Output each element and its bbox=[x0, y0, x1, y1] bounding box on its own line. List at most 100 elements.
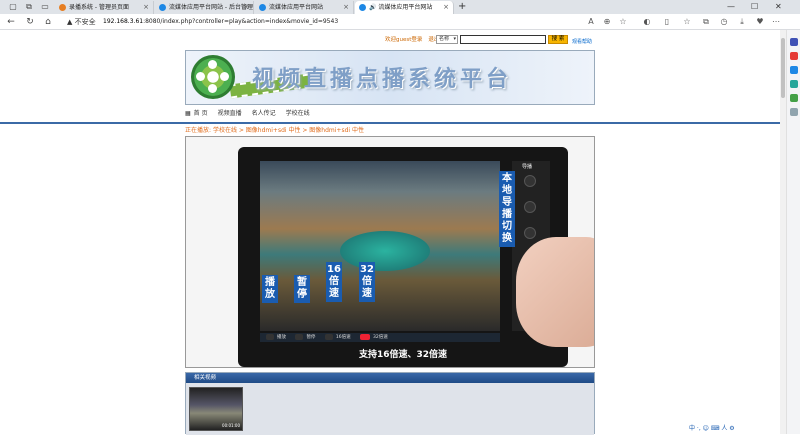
breadcrumb: 正在播放: 学校在线 > 图像hdmi+sdi 中性 > 图像hdmi+sdi … bbox=[185, 127, 364, 135]
tab-title: 流媒体应用平台网站 - 后台管理 bbox=[169, 4, 253, 11]
header-divider bbox=[0, 122, 780, 124]
menu-icon[interactable]: ⋯ bbox=[770, 16, 782, 28]
help-link[interactable]: 观看帮助 bbox=[572, 38, 592, 45]
maximize-icon[interactable]: ☐ bbox=[751, 1, 758, 13]
extensions-icon[interactable]: ♥ bbox=[754, 16, 766, 28]
home-icon[interactable]: ⌂ bbox=[42, 16, 54, 28]
overlay-label-32x: 32倍速 bbox=[359, 262, 375, 302]
control-32x-label: 32倍速 bbox=[373, 335, 388, 340]
games-icon[interactable] bbox=[790, 66, 798, 74]
control-pause-label: 暂停 bbox=[306, 335, 316, 340]
warning-icon: ▲ bbox=[67, 18, 75, 26]
panel-title: 导播 bbox=[522, 164, 533, 170]
tab-favicon-icon bbox=[259, 4, 266, 11]
tab-favicon-icon bbox=[359, 4, 366, 11]
overlay-label-pause: 暂停 bbox=[294, 275, 310, 303]
tab-title: 流媒体应用平台网站 bbox=[378, 4, 433, 11]
favorites-icon[interactable]: ☆ bbox=[681, 16, 693, 28]
chevron-down-icon: ▾ bbox=[453, 36, 456, 42]
menu-item-live[interactable]: 视频直播 bbox=[218, 110, 242, 117]
address-bar: ← ↻ ⌂ ▲ 不安全 192.168.3.61:8080/index.php?… bbox=[0, 14, 800, 30]
scrollbar-thumb[interactable] bbox=[781, 38, 785, 98]
collections-icon[interactable]: ⧉ bbox=[700, 16, 712, 28]
history-icon[interactable]: ◷ bbox=[718, 16, 730, 28]
monitor-screen bbox=[260, 161, 500, 331]
tab-favicon-icon bbox=[159, 4, 166, 11]
home-icon: ▦ bbox=[185, 110, 191, 117]
office-icon[interactable] bbox=[790, 80, 798, 88]
video-player[interactable]: 播放 暂停 16倍速 32倍速 导播 播放 暂停 16倍速 32倍速 本地导播切… bbox=[185, 136, 595, 368]
new-tab-icon[interactable]: + bbox=[458, 1, 466, 13]
film-reel-logo bbox=[191, 55, 235, 99]
profile-icon[interactable]: ▢ bbox=[8, 2, 18, 12]
outlook-icon[interactable] bbox=[790, 94, 798, 102]
search-button[interactable]: 搜 索 bbox=[548, 35, 568, 44]
breadcrumb-path[interactable]: 学校在线 > 图像hdmi+sdi 中性 > 图像hdmi+sdi 中性 bbox=[213, 127, 364, 134]
thumbnail-duration: 00:01:00 bbox=[222, 423, 240, 428]
scrollbar[interactable] bbox=[780, 30, 786, 434]
related-video-thumbnail[interactable]: 00:01:00 bbox=[189, 387, 243, 431]
browser-tab-active[interactable]: 🔊 流媒体应用平台网站 × bbox=[355, 1, 454, 14]
browser-tab[interactable]: 流媒体应用平台网站 × bbox=[255, 1, 354, 14]
url-host: 192.168.3.61 bbox=[103, 18, 144, 25]
back-icon[interactable]: ← bbox=[5, 16, 17, 28]
overlay-label-local-switch: 本地导播切换 bbox=[499, 171, 515, 247]
related-videos-panel: 相关视频 00:01:00 bbox=[185, 372, 595, 435]
tools-icon[interactable] bbox=[790, 52, 798, 60]
menu-item-school[interactable]: 学校在线 bbox=[286, 110, 310, 117]
overlay-label-play: 播放 bbox=[262, 275, 278, 303]
tab-close-icon[interactable]: × bbox=[443, 1, 449, 14]
browser-tab[interactable]: 流媒体应用平台网站 - 后台管理 × bbox=[155, 1, 254, 14]
split-screen-icon[interactable]: ▯ bbox=[661, 16, 673, 28]
pause-icon bbox=[295, 333, 304, 340]
ime-status: 中 ·, ☺ ⌨ 人 ⚙ bbox=[689, 425, 735, 432]
main-menu: ▦ 首 页 视频直播 名人传记 学校在线 bbox=[185, 109, 320, 119]
refresh-page-icon[interactable]: ◐ bbox=[641, 16, 653, 28]
control-16x-label: 16倍速 bbox=[335, 335, 351, 340]
search-input[interactable] bbox=[460, 35, 546, 44]
add-sidebar-icon[interactable] bbox=[790, 108, 798, 116]
audio-icon: 🔊 bbox=[369, 4, 379, 11]
tab-close-icon[interactable]: × bbox=[243, 1, 249, 14]
tab-close-icon[interactable]: × bbox=[143, 1, 149, 14]
video-frame: 播放 暂停 16倍速 32倍速 导播 播放 暂停 16倍速 32倍速 本地导播切… bbox=[238, 147, 568, 367]
app-icon[interactable]: ⊕ bbox=[601, 16, 613, 28]
hand-image bbox=[516, 237, 594, 347]
select-value: 名称 bbox=[439, 36, 450, 42]
monitor-control-bar: 播放 暂停 16倍速 32倍速 bbox=[260, 333, 500, 342]
search-icon[interactable] bbox=[790, 38, 798, 46]
speed-icon bbox=[360, 333, 371, 340]
menu-item-home[interactable]: 首 页 bbox=[194, 110, 208, 117]
site-banner: 视频直播点播系统平台 bbox=[185, 50, 595, 105]
edge-sidebar bbox=[786, 30, 800, 434]
welcome-link[interactable]: 欢迎guest登录 bbox=[385, 37, 422, 43]
tab-bar: ▢ ⧉ ▭ 录播系统 - 管理员页面 × 流媒体应用平台网站 - 后台管理 × 流媒… bbox=[0, 0, 800, 14]
downloads-icon[interactable]: ⤓ bbox=[736, 16, 748, 28]
security-warning[interactable]: ▲ 不安全 bbox=[67, 17, 96, 27]
play-icon bbox=[266, 333, 274, 340]
reload-icon[interactable]: ↻ bbox=[24, 16, 36, 28]
security-label: 不安全 bbox=[74, 18, 96, 26]
close-window-icon[interactable]: ✕ bbox=[775, 1, 782, 13]
ime-toolbar[interactable]: 中 ·, ☺ ⌨ 人 ⚙ bbox=[689, 424, 779, 434]
tab-actions-icon[interactable]: ▭ bbox=[40, 2, 50, 12]
workspaces-icon[interactable]: ⧉ bbox=[24, 2, 34, 12]
overlay-label-16x: 16倍速 bbox=[326, 262, 342, 302]
related-videos-list: 00:01:00 bbox=[186, 383, 594, 435]
lake-scene bbox=[340, 231, 430, 271]
breadcrumb-prefix: 正在播放: bbox=[185, 127, 212, 134]
banner-title: 视频直播点播系统平台 bbox=[252, 67, 513, 92]
url-field[interactable]: 192.168.3.61:8080/index.php?controller=p… bbox=[103, 17, 338, 27]
url-path: :8080/index.php?controller=play&action=i… bbox=[143, 18, 339, 25]
menu-item-biography[interactable]: 名人传记 bbox=[252, 110, 276, 117]
search-field-select[interactable]: 名称 ▾ bbox=[436, 35, 458, 44]
read-aloud-icon[interactable]: A bbox=[585, 16, 597, 28]
favorite-star-icon[interactable]: ☆ bbox=[617, 16, 629, 28]
minimize-icon[interactable]: — bbox=[727, 1, 735, 13]
browser-tab[interactable]: 录播系统 - 管理员页面 × bbox=[55, 1, 154, 14]
video-caption: 支持16倍速、32倍速 bbox=[358, 350, 448, 360]
tab-close-icon[interactable]: × bbox=[343, 1, 349, 14]
web-page: 欢迎guest登录 退出 名称 ▾ 搜 索 观看帮助 视频直播点播系统平台 ▦ 首 页… bbox=[0, 30, 780, 435]
fast-forward-icon bbox=[324, 333, 333, 340]
control-play-label: 播放 bbox=[277, 335, 286, 340]
